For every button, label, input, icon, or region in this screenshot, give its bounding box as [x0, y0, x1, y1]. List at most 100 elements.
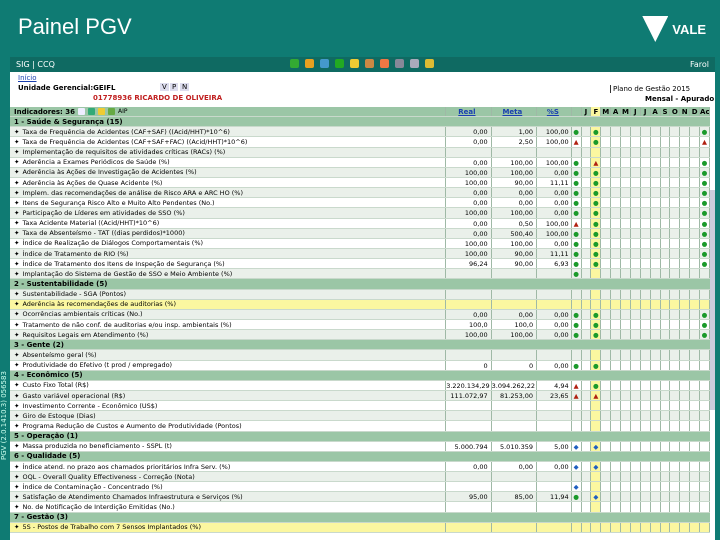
indicator-row[interactable]: ✦ Implementação de requisitos de atividad… — [10, 147, 710, 158]
indicator-row[interactable]: ✦ Ocorrências ambientais críticas (No.) 0,… — [10, 309, 710, 320]
indicator-name[interactable]: Índice de Realização de Diálogos Comport… — [22, 239, 203, 248]
pin-icon[interactable]: ✦ — [14, 320, 19, 329]
indicator-name[interactable]: Giro de Estoque (Dias) — [22, 411, 95, 420]
pin-icon[interactable]: ✦ — [14, 188, 19, 197]
indicator-row[interactable]: ✦ Implantação do Sistema de Gestão de SSO… — [10, 269, 710, 280]
indicator-row[interactable]: ✦ Aderência às Ações de Quase Acidente (%… — [10, 177, 710, 189]
indicator-row[interactable]: ✦ Taxa de Frequência de Acidentes (CAF+SA… — [10, 127, 710, 138]
pin-icon[interactable]: ✦ — [14, 219, 19, 228]
indicator-row[interactable]: ✦ Índice de Tratamento dos Itens de Inspe… — [10, 259, 710, 270]
indicator-name[interactable]: Satisfação de Atendimento Chamados Infra… — [22, 492, 242, 501]
indicator-name[interactable]: Taxa Acidente Material ((Acid/HHT)*10^6) — [22, 219, 159, 228]
indicator-name[interactable]: Sustentabilidade - SGA (Pontos) — [22, 290, 126, 299]
indicator-row[interactable]: ✦ Requisitos Legais em Atendimento (%) 100… — [10, 330, 710, 341]
plan-select[interactable]: Plano de Gestão 2015 — [610, 85, 690, 93]
indicator-name[interactable]: Gasto variável operacional (R$) — [22, 391, 125, 400]
indicator-row[interactable]: ✦ Absenteísmo geral (%) — [10, 350, 710, 361]
pin-icon[interactable]: ✦ — [14, 229, 19, 238]
indicator-name[interactable]: Aderência às Ações de Quase Acidente (%) — [22, 178, 162, 187]
indicator-name[interactable]: No. de Notificação de Interdição Emitida… — [22, 502, 174, 511]
indicator-name[interactable]: Requisitos Legais em Atendimento (%) — [22, 330, 148, 339]
real-header[interactable]: Real — [446, 107, 492, 117]
filter-icon[interactable] — [78, 108, 86, 116]
pin-icon[interactable]: ✦ — [14, 330, 19, 339]
indicator-row[interactable]: ✦ Sustentabilidade - SGA (Pontos) — [10, 289, 710, 300]
indicator-row[interactable]: ✦ OQL - Overall Quality Effectiveness - C… — [10, 472, 710, 483]
section-row[interactable]: 7 - Gestão (3) — [10, 512, 710, 523]
pin-icon[interactable]: ✦ — [14, 482, 19, 491]
meta-header[interactable]: Meta — [492, 107, 538, 117]
pin-icon[interactable]: ✦ — [14, 148, 19, 157]
indicator-row[interactable]: ✦ Custo Fixo Total (R$) 3.220.134,29 3.094.… — [10, 380, 710, 391]
pin-icon[interactable]: ✦ — [14, 462, 19, 471]
calendar-icon[interactable] — [380, 59, 389, 68]
pin-icon[interactable]: ✦ — [14, 259, 19, 268]
indicator-row[interactable]: ✦ Tratamento de não conf. de auditorias e… — [10, 319, 710, 331]
indicator-row[interactable]: ✦ Itens de Segurança Risco Alto e Muito A… — [10, 198, 710, 209]
folder-icon[interactable] — [350, 59, 359, 68]
indicator-name[interactable]: Aderência às recomendações de auditorias… — [22, 300, 176, 309]
indicator-name[interactable]: Aderência a Exames Periódicos de Saúde (… — [22, 158, 169, 167]
pin-icon[interactable]: ✦ — [14, 350, 19, 359]
indicator-name[interactable]: Programa Redução de Custos e Aumento de … — [22, 421, 241, 430]
section-row[interactable]: 5 - Operação (1) — [10, 431, 710, 442]
pin-icon[interactable]: ✦ — [14, 239, 19, 248]
scrollbar[interactable] — [710, 190, 715, 410]
print-icon[interactable] — [410, 59, 419, 68]
aip-label[interactable]: AIP — [118, 107, 128, 116]
note-icon[interactable] — [425, 59, 434, 68]
section-row[interactable]: 4 - Econômico (5) — [10, 370, 710, 381]
excel-icon[interactable] — [88, 108, 96, 116]
pct-header[interactable]: %S — [537, 107, 572, 117]
indicator-row[interactable]: ✦ Taxa de Frequência de Acidentes (CAF+SA… — [10, 137, 710, 148]
indicator-name[interactable]: Implantação do Sistema de Gestão de SSO … — [22, 269, 232, 278]
section-row[interactable]: 3 - Gente (2) — [10, 340, 710, 351]
indicator-row[interactable]: ✦ Participação de Líderes em atividades d… — [10, 208, 710, 219]
indicator-name[interactable]: Índice atend. no prazo aos chamados prio… — [22, 462, 230, 471]
indicator-name[interactable]: Aderência às Ações de Investigação de Ac… — [22, 168, 196, 177]
indicator-row[interactable]: ✦ Índice de Tratamento de RIO (%) 100,00 90… — [10, 248, 710, 260]
chart-icon[interactable] — [98, 108, 106, 116]
indicator-name[interactable]: 5S - Postos de Trabalho com 7 Sensos Imp… — [22, 523, 201, 532]
indicator-row[interactable]: ✦ Implem. das recomendações de análise de… — [10, 188, 710, 199]
indicator-name[interactable]: Absenteísmo geral (%) — [22, 350, 96, 359]
indicator-row[interactable]: ✦ Satisfação de Atendimento Chamados Infr… — [10, 492, 710, 503]
report-icon[interactable] — [395, 59, 404, 68]
pin-icon[interactable]: ✦ — [14, 361, 19, 370]
indicator-name[interactable]: Índice de Tratamento de RIO (%) — [22, 249, 128, 258]
indicator-name[interactable]: Taxa de Absenteísmo - TAT ((dias perdido… — [22, 229, 184, 238]
section-row[interactable]: 6 - Qualidade (5) — [10, 451, 710, 462]
section-row[interactable]: 1 - Saúde & Segurança (15) — [10, 117, 710, 128]
nav-v[interactable]: V — [160, 83, 169, 91]
indicator-row[interactable]: ✦ Programa Redução de Custos e Aumento de… — [10, 421, 710, 432]
indicator-name[interactable]: Ocorrências ambientais críticas (No.) — [22, 310, 142, 319]
export-icon[interactable] — [365, 59, 374, 68]
pin-icon[interactable]: ✦ — [14, 127, 19, 136]
indicator-row[interactable]: ✦ Índice de Realização de Diálogos Compor… — [10, 238, 710, 249]
pin-icon[interactable]: ✦ — [14, 249, 19, 258]
pin-icon[interactable]: ✦ — [14, 137, 19, 146]
indicator-name[interactable]: Custo Fixo Total (R$) — [22, 381, 88, 390]
indicator-row[interactable]: ✦ Investimento Corrente - Econômico (US$) — [10, 401, 710, 412]
indicator-name[interactable]: Índice de Tratamento dos Itens de Inspeç… — [22, 259, 224, 268]
pin-icon[interactable]: ✦ — [14, 178, 19, 187]
indicator-row[interactable]: ✦ Giro de Estoque (Dias) — [10, 411, 710, 422]
indicator-name[interactable]: Implementação de requisitos de atividade… — [22, 148, 225, 157]
nav-p[interactable]: P — [170, 83, 179, 91]
pin-icon[interactable]: ✦ — [14, 269, 19, 278]
indicator-row[interactable]: ✦ Índice atend. no prazo aos chamados pri… — [10, 461, 710, 473]
pin-icon[interactable]: ✦ — [14, 401, 19, 410]
indicator-row[interactable]: ✦ Produtividade do Efetivo (t prod / empr… — [10, 360, 710, 371]
farol-link[interactable]: Farol — [690, 60, 709, 69]
globe-icon[interactable] — [320, 59, 329, 68]
pin-icon[interactable]: ✦ — [14, 442, 19, 451]
nav-n[interactable]: N — [180, 83, 190, 91]
pin-icon[interactable]: ✦ — [14, 492, 19, 501]
indicator-row[interactable]: ✦ Aderência a Exames Periódicos de Saúde … — [10, 157, 710, 168]
pin-icon[interactable]: ✦ — [14, 168, 19, 177]
indicator-row[interactable]: ✦ Taxa de Absenteísmo - TAT ((dias perdid… — [10, 228, 710, 239]
indicator-name[interactable]: Taxa de Frequência de Acidentes (CAF+SAF… — [22, 127, 229, 136]
indicator-name[interactable]: Itens de Segurança Risco Alto e Muito Al… — [22, 198, 214, 207]
pin-icon[interactable]: ✦ — [14, 198, 19, 207]
indicator-name[interactable]: Tratamento de não conf. de auditorias e/… — [22, 320, 231, 329]
